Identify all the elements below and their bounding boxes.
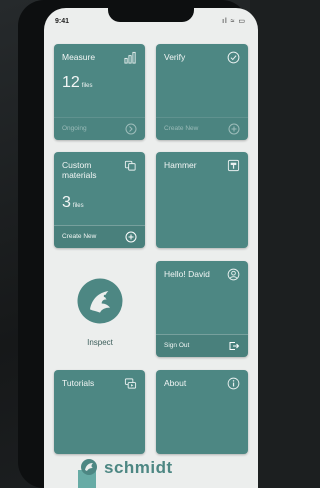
add-circle-icon	[228, 123, 240, 135]
about-title: About	[164, 378, 187, 388]
sign-out-button[interactable]: Sign Out	[156, 334, 248, 357]
hammer-tile[interactable]: Hammer	[156, 152, 248, 248]
sign-out-label: Sign Out	[164, 342, 190, 349]
eagle-logo-icon	[77, 278, 123, 324]
about-tile[interactable]: About	[156, 370, 248, 454]
hammer-title: Hammer	[164, 160, 197, 170]
custom-materials-footer[interactable]: Create New	[54, 225, 145, 248]
custom-materials-unit: files	[72, 203, 84, 209]
measure-tile[interactable]: Measure 12 files Ongoing	[54, 44, 145, 140]
schmidt-logo-icon	[81, 459, 97, 475]
custom-materials-count: 3 files	[62, 194, 84, 212]
verify-footer[interactable]: Create New	[156, 117, 248, 140]
tutorials-tile[interactable]: Tutorials	[54, 370, 145, 454]
verify-tile[interactable]: Verify Create New	[156, 44, 248, 140]
status-icons: ıl ≈ ▭	[222, 18, 246, 25]
custom-materials-tile[interactable]: Custom materials 3 files Create New	[54, 152, 145, 248]
custom-materials-title: Custom materials	[62, 160, 97, 180]
check-circle-icon	[227, 51, 240, 64]
measure-unit: files	[81, 83, 93, 89]
layers-icon	[124, 160, 136, 171]
profile-greeting: Hello! David	[164, 269, 210, 279]
status-time: 9:41	[55, 18, 70, 25]
hammer-box-icon	[227, 159, 240, 172]
arrow-circle-icon	[125, 123, 137, 135]
user-icon	[227, 268, 240, 281]
add-circle-icon	[125, 231, 137, 243]
brand-name: schmidt	[104, 458, 173, 477]
profile-tile[interactable]: Hello! David Sign Out	[156, 261, 248, 357]
measure-footer[interactable]: Ongoing	[54, 117, 145, 140]
tutorials-icon	[124, 378, 137, 389]
custom-materials-footer-label: Create New	[62, 233, 97, 240]
verify-footer-label: Create New	[164, 125, 199, 132]
inspect-button[interactable]: Inspect	[56, 268, 144, 358]
tutorials-title: Tutorials	[62, 378, 95, 388]
info-icon	[227, 377, 240, 390]
chart-icon	[124, 51, 136, 64]
phone-frame: 9:41 ıl ≈ ▭ Measure 12 files Ongoing Veri…	[18, 0, 258, 488]
verify-title: Verify	[164, 52, 186, 62]
measure-title: Measure	[62, 52, 96, 62]
logout-icon	[229, 342, 240, 350]
phone-notch	[108, 8, 194, 22]
app-screen: 9:41 ıl ≈ ▭ Measure 12 files Ongoing Veri…	[44, 8, 258, 488]
measure-footer-label: Ongoing	[62, 125, 87, 132]
measure-value: 12	[62, 74, 80, 91]
custom-materials-value: 3	[62, 194, 71, 211]
inspect-label: Inspect	[87, 338, 113, 347]
measure-count: 12 files	[62, 74, 92, 92]
